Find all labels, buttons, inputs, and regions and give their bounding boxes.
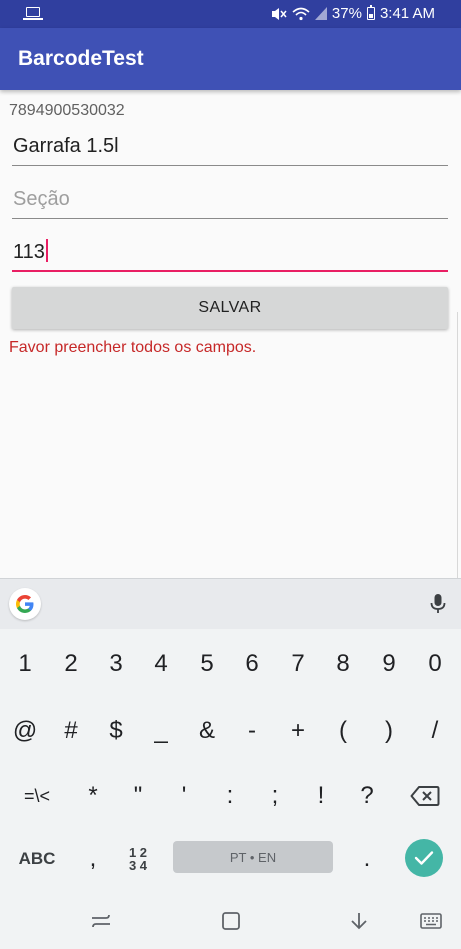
- save-button[interactable]: SALVAR: [12, 287, 448, 329]
- recent-apps-button[interactable]: [88, 908, 114, 934]
- recent-apps-icon: [92, 914, 110, 928]
- key-colon[interactable]: :: [207, 773, 253, 819]
- key-8[interactable]: 8: [320, 641, 366, 687]
- space-bar[interactable]: PT • EN: [173, 841, 333, 873]
- field-underline-focused: [12, 270, 448, 272]
- key-comma[interactable]: ,: [70, 836, 116, 882]
- keyboard-icon: [420, 913, 442, 929]
- home-icon: [222, 912, 240, 930]
- status-bar: 37% 3:41 AM: [0, 0, 461, 28]
- key-9[interactable]: 9: [366, 641, 412, 687]
- enter-key[interactable]: [405, 839, 443, 877]
- keyboard-row-numbers: 1 2 3 4 5 6 7 8 9 0: [0, 641, 461, 687]
- key-exclamation[interactable]: !: [298, 773, 344, 819]
- google-logo-button[interactable]: [9, 588, 41, 620]
- quantity-value-wrap: 113: [13, 239, 48, 264]
- app-title: BarcodeTest: [18, 47, 144, 70]
- key-semicolon[interactable]: ;: [252, 773, 298, 819]
- hide-keyboard-button[interactable]: [346, 908, 372, 934]
- fraction-bottom: 3 4: [128, 858, 148, 873]
- key-hash[interactable]: #: [48, 708, 94, 754]
- key-7[interactable]: 7: [275, 641, 321, 687]
- wifi-icon: [292, 7, 310, 20]
- key-5[interactable]: 5: [184, 641, 230, 687]
- keyboard-row-symbols-1: @ # $ _ & - + ( ) /: [0, 708, 461, 754]
- section-placeholder: Seção: [13, 188, 70, 210]
- key-period[interactable]: .: [344, 836, 390, 882]
- quantity-value: 113: [13, 241, 45, 263]
- key-slash[interactable]: /: [412, 708, 458, 754]
- navigation-bar: [0, 892, 461, 949]
- key-fractions[interactable]: 1 2 3 4: [115, 836, 161, 882]
- product-name-field[interactable]: Garrafa 1.5l: [12, 122, 448, 166]
- key-minus[interactable]: -: [229, 708, 275, 754]
- key-6[interactable]: 6: [229, 641, 275, 687]
- battery-icon: [366, 5, 375, 20]
- error-message: Favor preencher todos os campos.: [9, 339, 257, 356]
- home-button[interactable]: [218, 908, 244, 934]
- screen: 37% 3:41 AM BarcodeTest 7894900530032 Ga…: [0, 0, 461, 949]
- key-3[interactable]: 3: [93, 641, 139, 687]
- field-underline: [12, 165, 448, 166]
- quantity-field[interactable]: 113: [12, 228, 448, 272]
- key-double-quote[interactable]: ": [115, 773, 161, 819]
- mute-icon: [271, 7, 287, 20]
- key-dollar[interactable]: $: [93, 708, 139, 754]
- backspace-icon: [410, 786, 440, 806]
- key-question[interactable]: ?: [344, 773, 390, 819]
- app-bar: BarcodeTest: [0, 28, 461, 90]
- key-plus[interactable]: +: [275, 708, 321, 754]
- key-asterisk[interactable]: *: [70, 773, 116, 819]
- text-cursor: [45, 239, 48, 262]
- key-at[interactable]: @: [2, 708, 48, 754]
- barcode-text: 7894900530032: [9, 102, 125, 119]
- laptop-icon: [23, 7, 43, 20]
- key-more-symbols[interactable]: =\<: [10, 773, 64, 819]
- key-underscore[interactable]: _: [138, 708, 184, 754]
- clock: 3:41 AM: [379, 5, 435, 22]
- scroll-edge: [457, 312, 461, 582]
- signal-icon: [314, 7, 327, 20]
- field-underline: [12, 218, 448, 219]
- mic-icon[interactable]: [429, 593, 447, 615]
- checkmark-icon: [414, 851, 434, 865]
- key-0[interactable]: 0: [412, 641, 458, 687]
- key-single-quote[interactable]: ': [161, 773, 207, 819]
- keyboard-row-symbols-2: =\< * " ' : ; ! ?: [0, 773, 461, 819]
- keyboard-switch-button[interactable]: [418, 908, 444, 934]
- section-field[interactable]: Seção: [12, 175, 448, 219]
- key-4[interactable]: 4: [138, 641, 184, 687]
- product-name-value: Garrafa 1.5l: [13, 135, 119, 157]
- key-1[interactable]: 1: [2, 641, 48, 687]
- key-2[interactable]: 2: [48, 641, 94, 687]
- fraction-label: 1 2 3 4: [129, 846, 147, 872]
- battery-percent: 37%: [331, 5, 362, 22]
- backspace-key[interactable]: [402, 773, 448, 819]
- key-open-paren[interactable]: (: [320, 708, 366, 754]
- status-icons: 37% 3:41 AM: [271, 5, 435, 22]
- google-icon: [16, 595, 34, 613]
- keyboard-toolbar: [0, 579, 461, 629]
- chevron-down-icon: [351, 913, 367, 930]
- key-abc[interactable]: ABC: [10, 836, 64, 882]
- keyboard: 1 2 3 4 5 6 7 8 9 0 @ # $ _ & - + ( ) / …: [0, 578, 461, 892]
- key-close-paren[interactable]: ): [366, 708, 412, 754]
- key-ampersand[interactable]: &: [184, 708, 230, 754]
